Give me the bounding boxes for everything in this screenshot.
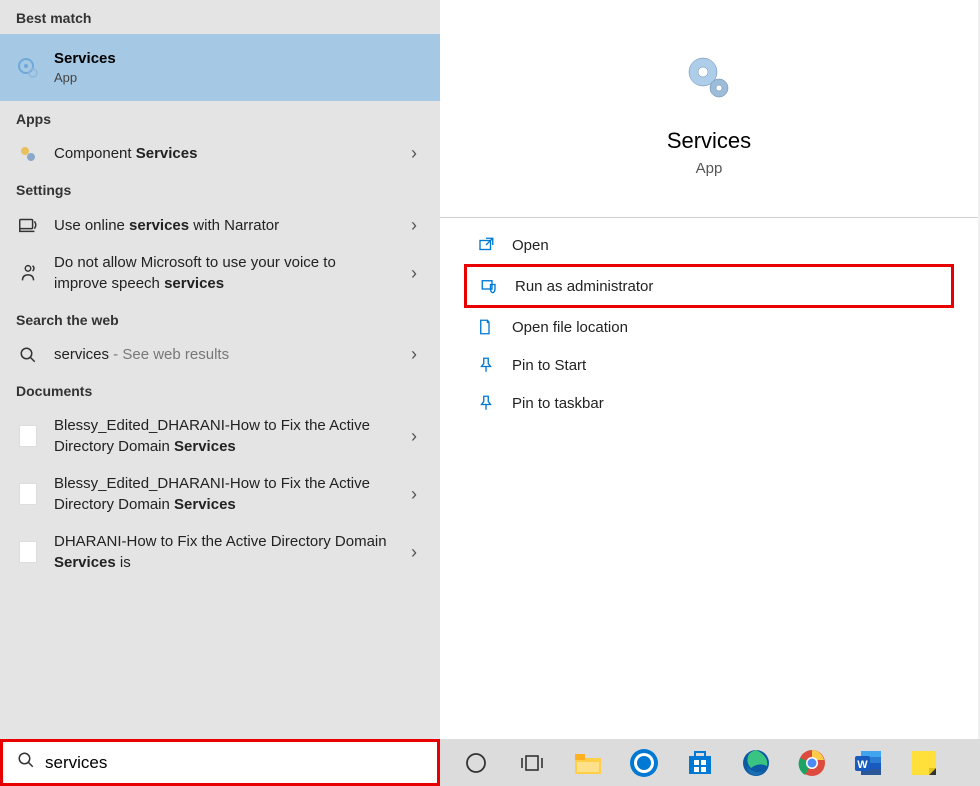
best-match-header: Best match bbox=[0, 0, 440, 34]
search-input[interactable] bbox=[45, 753, 423, 773]
document-result-label: Blessy_Edited_DHARANI-How to Fix the Act… bbox=[54, 415, 390, 457]
action-pin-to-taskbar[interactable]: Pin to taskbar bbox=[464, 384, 954, 422]
taskbar-search-box[interactable] bbox=[0, 739, 440, 786]
preview-subtitle: App bbox=[696, 160, 723, 177]
taskbar: W bbox=[440, 739, 980, 786]
preview-title: Services bbox=[667, 128, 751, 154]
web-result-label: services - See web results bbox=[54, 344, 390, 365]
web-result-services[interactable]: services - See web results › bbox=[0, 336, 440, 373]
apps-result-label: Component Services bbox=[54, 143, 390, 164]
settings-result-narrator[interactable]: Use online services with Narrator › bbox=[0, 206, 440, 244]
chevron-right-icon: › bbox=[404, 263, 424, 284]
document-result-label: Blessy_Edited_DHARANI-How to Fix the Act… bbox=[54, 473, 390, 515]
action-label: Open file location bbox=[512, 319, 628, 336]
action-label: Pin to Start bbox=[512, 357, 586, 374]
chevron-right-icon: › bbox=[404, 215, 424, 236]
document-result[interactable]: Blessy_Edited_DHARANI-How to Fix the Act… bbox=[0, 465, 440, 523]
result-preview-pane: Services App Open Run as administrator bbox=[440, 0, 978, 739]
admin-shield-icon bbox=[479, 277, 499, 295]
apps-result-component-services[interactable]: Component Services › bbox=[0, 135, 440, 172]
pin-taskbar-icon bbox=[476, 394, 496, 412]
search-icon bbox=[16, 346, 40, 364]
component-services-icon bbox=[16, 144, 40, 164]
document-icon bbox=[16, 541, 40, 563]
settings-header: Settings bbox=[0, 172, 440, 206]
divider bbox=[440, 217, 978, 218]
apps-header: Apps bbox=[0, 101, 440, 135]
best-match-title: Services bbox=[54, 48, 424, 69]
edge-browser-icon[interactable] bbox=[738, 745, 774, 781]
document-icon bbox=[16, 483, 40, 505]
document-result-label: DHARANI-How to Fix the Active Directory … bbox=[54, 531, 390, 573]
chevron-right-icon: › bbox=[404, 542, 424, 563]
folder-location-icon bbox=[476, 318, 496, 336]
best-match-result-services[interactable]: Services App bbox=[0, 34, 440, 101]
document-icon bbox=[16, 425, 40, 447]
speech-privacy-icon bbox=[16, 262, 40, 284]
document-result[interactable]: Blessy_Edited_DHARANI-How to Fix the Act… bbox=[0, 407, 440, 465]
search-icon bbox=[17, 751, 35, 774]
services-hero-icon bbox=[681, 50, 737, 106]
word-app-icon[interactable]: W bbox=[850, 745, 886, 781]
settings-result-label: Use online services with Narrator bbox=[54, 215, 390, 236]
services-gear-icon bbox=[16, 56, 40, 80]
settings-result-label: Do not allow Microsoft to use your voice… bbox=[54, 252, 390, 294]
start-search-panel: Best match Services App Apps Component S… bbox=[0, 0, 978, 739]
cortana-icon[interactable] bbox=[458, 745, 494, 781]
microsoft-store-icon[interactable] bbox=[682, 745, 718, 781]
action-run-as-administrator[interactable]: Run as administrator bbox=[464, 264, 954, 308]
document-result[interactable]: DHARANI-How to Fix the Active Directory … bbox=[0, 523, 440, 581]
preview-actions-list: Open Run as administrator Open file loca… bbox=[440, 226, 978, 422]
documents-header: Documents bbox=[0, 373, 440, 407]
dell-app-icon[interactable] bbox=[626, 745, 662, 781]
chevron-right-icon: › bbox=[404, 484, 424, 505]
action-open[interactable]: Open bbox=[464, 226, 954, 264]
task-view-icon[interactable] bbox=[514, 745, 550, 781]
action-open-file-location[interactable]: Open file location bbox=[464, 308, 954, 346]
action-label: Open bbox=[512, 237, 549, 254]
chevron-right-icon: › bbox=[404, 344, 424, 365]
action-pin-to-start[interactable]: Pin to Start bbox=[464, 346, 954, 384]
open-icon bbox=[476, 236, 496, 254]
pin-start-icon bbox=[476, 356, 496, 374]
sticky-notes-icon[interactable] bbox=[906, 745, 942, 781]
chrome-browser-icon[interactable] bbox=[794, 745, 830, 781]
settings-result-speech[interactable]: Do not allow Microsoft to use your voice… bbox=[0, 244, 440, 302]
narrator-icon bbox=[16, 214, 40, 236]
chevron-right-icon: › bbox=[404, 143, 424, 164]
action-label: Pin to taskbar bbox=[512, 395, 604, 412]
action-label: Run as administrator bbox=[515, 278, 653, 295]
search-results-column: Best match Services App Apps Component S… bbox=[0, 0, 440, 739]
web-header: Search the web bbox=[0, 302, 440, 336]
chevron-right-icon: › bbox=[404, 426, 424, 447]
file-explorer-icon[interactable] bbox=[570, 745, 606, 781]
svg-text:W: W bbox=[857, 759, 868, 771]
best-match-subtitle: App bbox=[54, 69, 424, 87]
